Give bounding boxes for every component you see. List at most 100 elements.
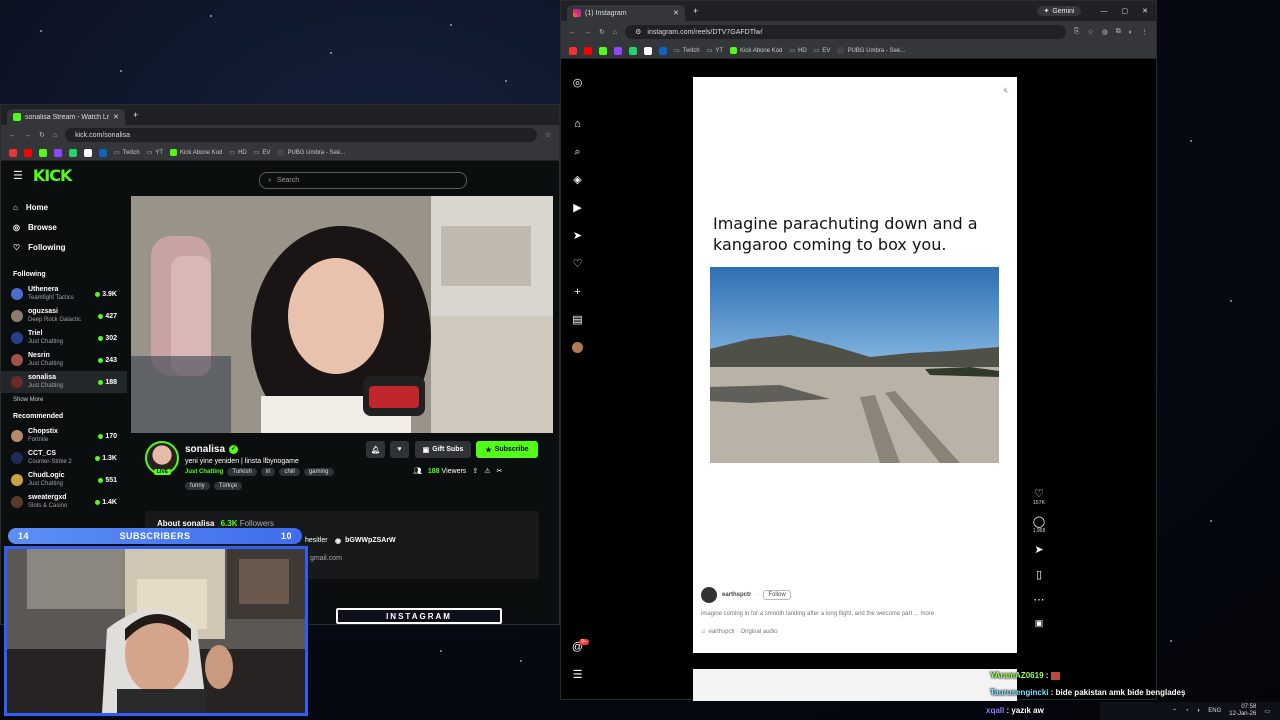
nav-browse[interactable]: ◎ Browse <box>1 217 127 237</box>
kick-icon[interactable] <box>39 148 47 157</box>
tag-chip[interactable]: Türkçe <box>213 482 243 490</box>
close-tab-icon[interactable]: ✕ <box>113 113 119 121</box>
report-icon[interactable]: ⚠ <box>484 467 490 475</box>
extensions-puzzle-icon[interactable]: ⧉ <box>1116 28 1121 36</box>
like-icon[interactable]: ♡ <box>1029 487 1049 500</box>
bookmark-icon[interactable] <box>569 46 577 55</box>
bookmark-pubg[interactable]: PUBG Umbra - Seé... <box>837 47 905 54</box>
save-bookmark-icon[interactable]: ▯ <box>1029 568 1049 581</box>
notifications-heart-icon[interactable]: ♡ <box>571 258 584 271</box>
following-item[interactable]: Uthenera Teamfight Tactics 3.9K <box>1 283 127 305</box>
x-icon[interactable] <box>644 46 652 55</box>
x-icon[interactable] <box>84 148 92 157</box>
recommended-item[interactable]: Chopstix Fortnite 170 <box>1 425 127 447</box>
follow-button[interactable]: Follow <box>763 590 791 600</box>
bookmark-hd[interactable]: ▭ HD <box>789 47 806 55</box>
bookmark-star-icon[interactable]: ☆ <box>545 131 551 139</box>
bookmark-icon[interactable] <box>9 148 17 157</box>
extension-icon[interactable]: ◍ <box>1102 28 1108 36</box>
about-link[interactable]: hesitler <box>305 537 328 544</box>
bookmark-kick-abone[interactable]: Kick Abone Kod <box>170 149 222 156</box>
dashboard-icon[interactable]: ▤ <box>571 314 584 327</box>
reel-audio[interactable]: ♫ earthspctr · Original audio <box>701 629 1001 635</box>
url-field[interactable]: ⚙ instagram.com/reels/DTV7GAFDTlw/ <box>625 25 1066 39</box>
tag-chip[interactable]: gaming <box>303 468 334 476</box>
mute-icon[interactable]: 🔇︎ <box>1003 85 1009 96</box>
discord-link[interactable]: ◉ bGWWpZSArW <box>335 537 396 545</box>
following-item[interactable]: oguzsasi Deep Rock Galactic 427 <box>1 305 127 327</box>
reel-video[interactable]: 🔇︎ Imagine parachuting down and a kangar… <box>693 77 1017 653</box>
reload-icon[interactable]: ↻ <box>39 131 45 139</box>
install-icon[interactable]: ⎘ <box>1074 28 1080 36</box>
recommended-item[interactable]: ChudLogic Just Chatting 551 <box>1 469 127 491</box>
more-options-icon[interactable]: ⋯ <box>1029 593 1049 606</box>
instagram-logo-icon[interactable]: ◎ <box>571 77 584 90</box>
forward-icon[interactable]: → <box>584 29 591 36</box>
search-icon[interactable]: ⌕ <box>571 146 584 159</box>
profile-avatar[interactable] <box>571 342 584 355</box>
browser-menu-icon[interactable]: ⋮ <box>1141 28 1148 36</box>
subscribe-button[interactable]: ★ Subscribe <box>476 441 538 458</box>
reload-icon[interactable]: ↻ <box>599 28 605 36</box>
tag-chip[interactable]: Turkish <box>227 468 257 476</box>
tab-instagram[interactable]: (1) Instagram ✕ <box>567 5 685 21</box>
volume-icon[interactable]: ◖ <box>1197 708 1201 714</box>
next-reel-preview[interactable] <box>693 669 1017 701</box>
maximize-icon[interactable]: ▢ <box>1122 7 1129 15</box>
comment-icon[interactable]: ◯ <box>1029 515 1049 528</box>
more-link[interactable]: ... more <box>914 611 934 617</box>
share-icon[interactable]: ➤ <box>1029 543 1049 556</box>
follow-heart-button[interactable]: ♥ <box>390 441 409 458</box>
clip-icon[interactable]: ✂ <box>496 467 502 475</box>
new-tab-icon[interactable]: + <box>133 110 138 120</box>
following-item[interactable]: Nesrin Just Chatting 243 <box>1 349 127 371</box>
clock[interactable]: 07:58 12-Jan-26 <box>1229 704 1256 718</box>
bookmark-hd[interactable]: ▭ HD <box>229 149 246 157</box>
stream-video-player[interactable] <box>131 196 553 433</box>
show-more-link[interactable]: Show More <box>1 393 127 407</box>
bookmark-twitch[interactable]: ▭ Twitch <box>114 149 140 157</box>
gemini-button[interactable]: ✦ Gemini <box>1037 6 1081 16</box>
bookmark-pubg[interactable]: PUBG Umbra - Seé... <box>277 149 345 156</box>
twitch-icon[interactable] <box>614 46 622 55</box>
bookmark-star-icon[interactable]: ☆ <box>1087 28 1093 36</box>
recommended-item[interactable]: sweatergxd Slots & Casino 1.4K <box>1 491 127 513</box>
messages-icon[interactable]: ➤ <box>571 230 584 243</box>
reel-username[interactable]: earthspctr <box>722 592 751 598</box>
language-indicator[interactable]: ENG <box>1208 708 1221 714</box>
streamer-name[interactable]: sonalisa <box>185 444 225 455</box>
audio-thumbnail-icon[interactable]: ▣ <box>1029 618 1049 631</box>
minimize-icon[interactable]: — <box>1101 8 1108 15</box>
linkedin-icon[interactable] <box>659 46 667 55</box>
url-field[interactable]: kick.com/sonalisa <box>65 128 537 142</box>
following-item-active[interactable]: sonalisa Just Chatting 188 <box>1 371 127 393</box>
profile-icon[interactable]: ◐ <box>1129 29 1133 36</box>
nav-home[interactable]: ⌂ Home <box>1 197 127 217</box>
twitch-icon[interactable] <box>54 148 62 157</box>
explore-icon[interactable]: ◈ <box>571 174 584 187</box>
nav-following[interactable]: ♡ Following <box>1 237 127 257</box>
recommended-item[interactable]: CCT_CS Counter-Strike 2 1.3K <box>1 447 127 469</box>
back-icon[interactable]: ← <box>9 132 16 139</box>
close-window-icon[interactable]: ✕ <box>1142 7 1148 15</box>
tag-chip[interactable]: funny <box>185 482 210 490</box>
site-info-icon[interactable]: ⚙ <box>635 28 641 36</box>
network-icon[interactable]: ◔ <box>1185 708 1189 714</box>
tag-chip[interactable]: chill <box>279 468 300 476</box>
bookmark-ev[interactable]: ▭ EV <box>254 149 271 157</box>
tag-chip[interactable]: irl <box>260 468 276 476</box>
home-icon[interactable]: ⌂ <box>53 132 57 139</box>
bookmark-twitch[interactable]: ▭ Twitch <box>674 47 700 55</box>
kick-icon[interactable] <box>599 46 607 55</box>
reel-author-avatar[interactable] <box>701 587 717 603</box>
stream-category[interactable]: Just Chatting <box>185 469 223 475</box>
more-menu-icon[interactable]: ☰ <box>571 669 584 682</box>
home-icon[interactable]: ⌂ <box>571 118 584 131</box>
home-icon[interactable]: ⌂ <box>613 29 617 36</box>
back-icon[interactable]: ← <box>569 29 576 36</box>
search-input[interactable]: ⌕ Search <box>259 172 467 189</box>
bookmark-yt[interactable]: ▭ YT <box>707 47 723 55</box>
whatsapp-icon[interactable] <box>69 148 77 157</box>
kick-logo[interactable]: KICK <box>33 166 72 185</box>
close-tab-icon[interactable]: ✕ <box>673 9 679 17</box>
